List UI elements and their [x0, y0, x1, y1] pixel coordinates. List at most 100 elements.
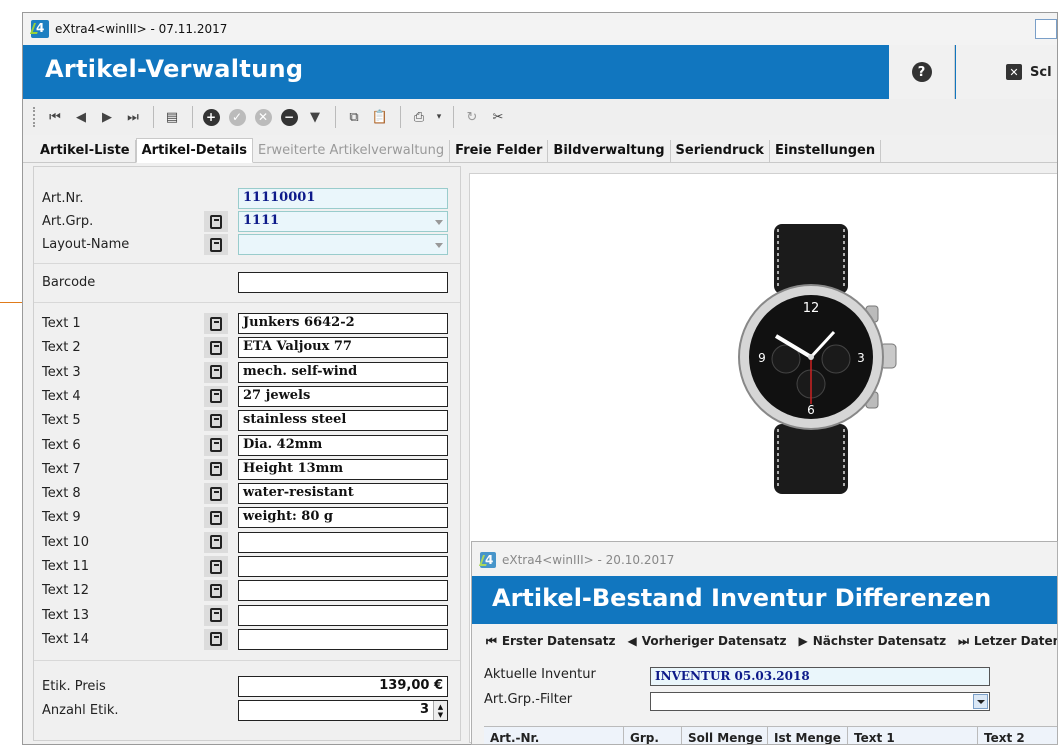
art-grp-select[interactable]: 1111 [238, 211, 448, 232]
text-field[interactable] [238, 628, 448, 650]
text-field[interactable]: stainless steel [238, 410, 448, 432]
anzahl-etik-value: 3 [419, 702, 429, 717]
next-record-button[interactable]: ▶ Nächster Datensatz [799, 634, 947, 648]
edit-doc-icon[interactable] [204, 211, 228, 232]
filter-icon[interactable]: ▼ [303, 105, 327, 129]
svg-text:3: 3 [857, 351, 865, 365]
text-field[interactable]: 27 jewels [238, 385, 448, 407]
close-button[interactable]: ✕ Scl [956, 45, 1057, 99]
text-row: Text 5 stainless steel [34, 410, 460, 432]
screenshot-canvas: eXtra4<winIII> - 07.11.2017 Artikel-Verw… [0, 0, 1058, 745]
help-button[interactable]: ? [889, 45, 955, 99]
text-field[interactable]: weight: 80 g [238, 507, 448, 529]
text-row: Text 9 weight: 80 g [34, 507, 460, 529]
tab-bildverwaltung[interactable]: Bildverwaltung [548, 140, 671, 162]
stepper-arrows-icon[interactable]: ▲ ▼ [433, 701, 447, 720]
column-header-grp[interactable]: Grp. [624, 727, 682, 744]
edit-doc-icon[interactable] [204, 531, 228, 553]
text-field[interactable]: Dia. 42mm [238, 434, 448, 456]
text-field[interactable]: Junkers 6642-2 [238, 313, 448, 334]
text-field[interactable] [238, 556, 448, 577]
toolbar-separator [192, 106, 193, 128]
text-field[interactable]: mech. self-wind [238, 361, 448, 383]
edit-doc-icon[interactable] [204, 604, 228, 626]
text-label: Text 11 [42, 559, 89, 574]
toolbar: ⏮ ◀ ▶ ⏭ ▤ + ✓ ✕ − ▼ ⧉ 📋 ⎙ ▾ ↻ ✂ [23, 99, 1057, 135]
tab-seriendruck[interactable]: Seriendruck [670, 140, 770, 162]
refresh-icon[interactable]: ↻ [460, 105, 484, 129]
tools-icon[interactable]: ✂ [486, 105, 510, 129]
barcode-field[interactable] [238, 272, 448, 293]
anzahl-etik-stepper[interactable]: 3 ▲ ▼ [238, 700, 448, 721]
text-label: Text 10 [42, 534, 89, 550]
edit-doc-icon[interactable] [204, 628, 228, 650]
tab-artikel-liste[interactable]: Artikel-Liste [35, 140, 136, 162]
close-icon: ✕ [1006, 64, 1022, 80]
add-record-icon[interactable]: + [199, 105, 223, 129]
grp-filter-select[interactable] [650, 692, 990, 711]
edit-doc-icon[interactable] [204, 385, 228, 407]
edit-doc-icon[interactable] [204, 410, 228, 432]
tab-einstellungen[interactable]: Einstellungen [769, 140, 882, 162]
tab-freie-felder[interactable]: Freie Felder [450, 140, 549, 162]
column-header-soll-menge[interactable]: Soll Menge [682, 727, 768, 744]
barcode-row: Barcode [34, 272, 460, 294]
text-field[interactable]: water-resistant [238, 483, 448, 505]
layout-name-select[interactable] [238, 234, 448, 255]
toolbar-separator [153, 106, 154, 128]
edit-doc-icon[interactable] [204, 361, 228, 383]
edit-doc-icon[interactable] [204, 313, 228, 334]
window-control-button[interactable] [1035, 19, 1057, 39]
text-row: Text 7 Height 13mm [34, 458, 460, 481]
text-row: Text 12 [34, 580, 460, 602]
tab-artikel-details[interactable]: Artikel-Details [135, 138, 253, 163]
toolbar-separator [400, 106, 401, 128]
column-header-ist-menge[interactable]: Ist Menge [768, 727, 848, 744]
inventory-grid-header: Art.-Nr. Grp. Soll Menge Ist Menge Text … [484, 726, 1057, 744]
first-record-button[interactable]: ⏮ Erster Datensatz [486, 634, 615, 649]
page-title: Artikel-Verwaltung [45, 55, 304, 83]
barcode-label: Barcode [42, 275, 96, 290]
edit-doc-icon[interactable] [204, 434, 228, 456]
edit-doc-icon[interactable] [204, 483, 228, 505]
print-dropdown-icon[interactable]: ▾ [433, 105, 445, 129]
text-field[interactable]: ETA Valjoux 77 [238, 337, 448, 359]
copy-icon[interactable]: ⧉ [342, 105, 366, 129]
next-record-icon: ▶ [798, 634, 808, 648]
art-grp-value: 1111 [243, 213, 280, 228]
text-field[interactable] [238, 580, 448, 602]
paste-icon[interactable]: 📋 [368, 105, 392, 129]
edit-doc-icon[interactable] [204, 458, 228, 480]
edit-doc-icon[interactable] [204, 556, 228, 577]
edit-doc-icon[interactable] [204, 337, 228, 359]
text-label: Text 9 [42, 510, 81, 526]
column-header-art-nr[interactable]: Art.-Nr. [484, 727, 624, 744]
edit-doc-icon[interactable] [204, 234, 228, 255]
delete-record-icon[interactable]: − [277, 105, 301, 129]
text-label: Text 8 [42, 486, 81, 502]
edit-doc-icon[interactable] [204, 580, 228, 602]
inventory-window: eXtra4<winIII> - 20.10.2017 Artikel-Best… [471, 541, 1058, 745]
print-icon[interactable]: ⎙ [407, 105, 431, 129]
list-view-icon[interactable]: ▤ [160, 105, 184, 129]
last-record-icon[interactable]: ⏭ [121, 105, 145, 129]
previous-record-icon[interactable]: ◀ [69, 105, 93, 129]
art-nr-field[interactable]: 11110001 [238, 188, 448, 209]
toolbar-grip[interactable] [33, 107, 35, 127]
next-record-icon[interactable]: ▶ [95, 105, 119, 129]
text-field[interactable] [238, 531, 448, 553]
previous-record-button[interactable]: ◀ Vorheriger Datensatz [627, 634, 786, 648]
last-record-button[interactable]: ⏭ Letzer Datensat [958, 634, 1057, 649]
column-header-text-2[interactable]: Text 2 [978, 727, 1057, 744]
etik-preis-field[interactable]: 139,00 € [238, 676, 448, 697]
aktuelle-inventur-field[interactable]: INVENTUR 05.03.2018 [650, 667, 990, 686]
column-header-text-1[interactable]: Text 1 [848, 727, 978, 744]
cancel-icon[interactable]: ✕ [251, 105, 275, 129]
first-record-icon[interactable]: ⏮ [43, 105, 67, 129]
text-row: Text 13 [34, 604, 460, 627]
text-field[interactable] [238, 604, 448, 626]
edit-doc-icon[interactable] [204, 507, 228, 529]
confirm-icon[interactable]: ✓ [225, 105, 249, 129]
text-field[interactable]: Height 13mm [238, 458, 448, 480]
chevron-down-icon[interactable] [973, 694, 988, 709]
